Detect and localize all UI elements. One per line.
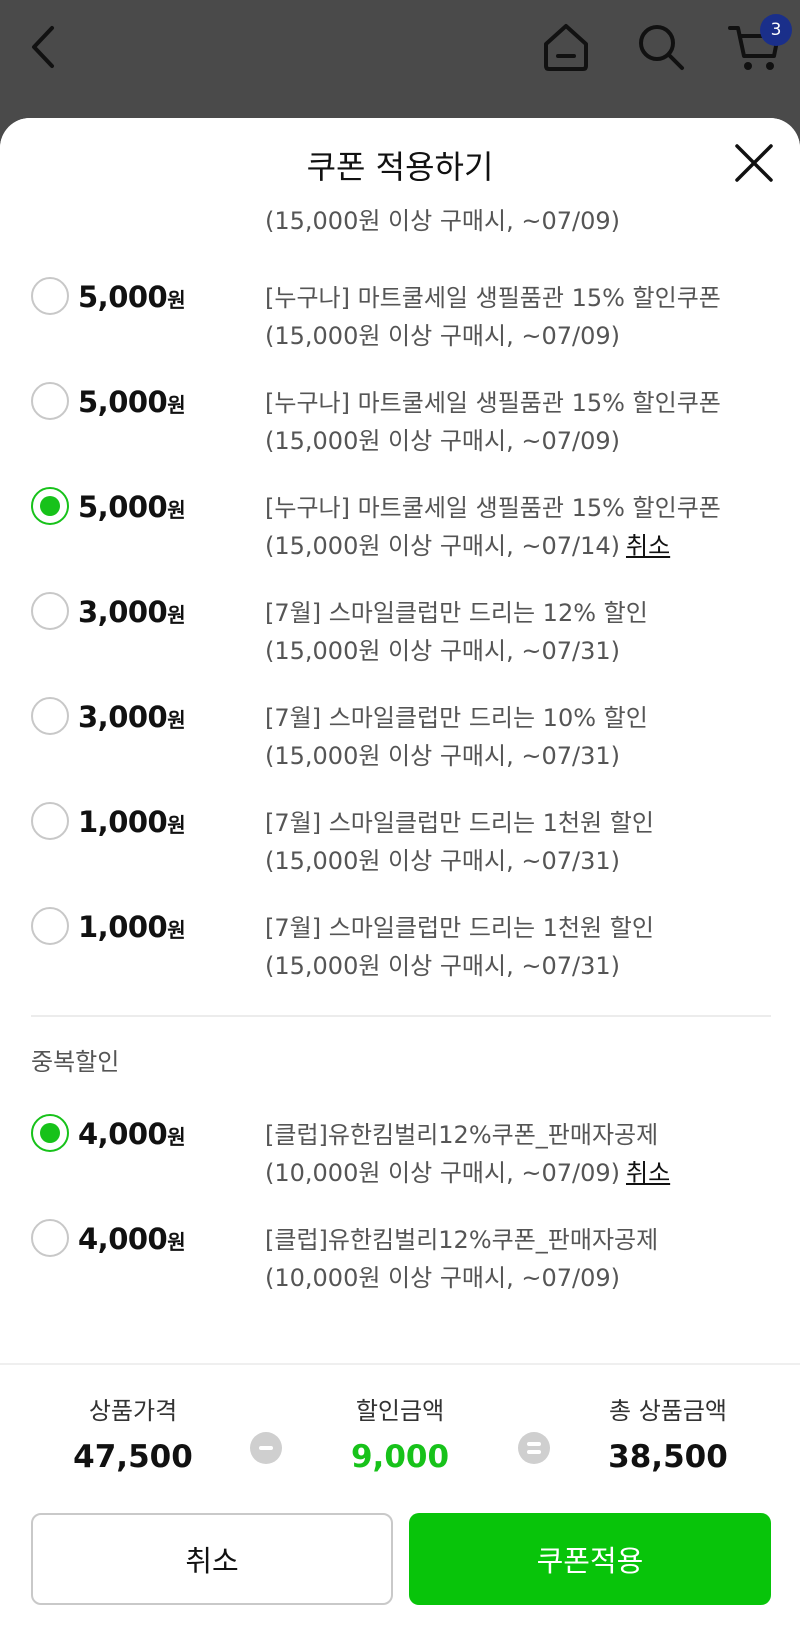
product-price-value: 47,500 <box>73 1439 193 1475</box>
coupon-title: [클럽]유한킴벌리12%쿠폰_판매자공제 <box>265 1226 659 1254</box>
coupon-item[interactable]: (15,000원 이상 구매시, ~07/09) <box>0 200 800 258</box>
close-icon[interactable] <box>733 142 775 184</box>
total-price-label: 총 상품금액 <box>608 1397 728 1425</box>
coupon-title: [클럽]유한킴벌리12%쿠폰_판매자공제 <box>265 1121 659 1149</box>
discount-value: 9,000 <box>350 1439 450 1475</box>
coupon-item-selected[interactable]: 5,000원 [누구나] 마트쿨세일 생필품관 15% 할인쿠폰 (15,000… <box>0 487 800 583</box>
coupon-amount: 3,000원 <box>78 700 186 734</box>
coupon-description: [누구나] 마트쿨세일 생필품관 15% 할인쿠폰 (15,000원 이상 구매… <box>265 489 785 565</box>
coupon-condition: (15,000원 이상 구매시, ~07/31) <box>265 637 620 665</box>
coupon-title: [7월] 스마일클럽만 드리는 10% 할인 <box>265 704 648 732</box>
coupon-condition: (10,000원 이상 구매시, ~07/09) <box>265 1159 620 1187</box>
coupon-cancel-link[interactable]: 취소 <box>626 1159 670 1187</box>
coupon-condition: (15,000원 이상 구매시, ~07/09) <box>265 427 620 455</box>
coupon-radio-selected[interactable] <box>31 1114 69 1152</box>
coupon-description: [7월] 스마일클럽만 드리는 1천원 할인 (15,000원 이상 구매시, … <box>265 909 785 985</box>
coupon-title: [7월] 스마일클럽만 드리는 12% 할인 <box>265 599 648 627</box>
coupon-item[interactable]: 1,000원 [7월] 스마일클럽만 드리는 1천원 할인 (15,000원 이… <box>0 802 800 898</box>
coupon-title: [누구나] 마트쿨세일 생필품관 15% 할인쿠폰 <box>265 494 721 522</box>
coupon-list[interactable]: (15,000원 이상 구매시, ~07/09) 5,000원 [누구나] 마트… <box>0 200 800 1480</box>
coupon-condition: (15,000원 이상 구매시, ~07/31) <box>265 952 620 980</box>
section-divider <box>31 1015 771 1017</box>
coupon-item[interactable]: 5,000원 [누구나] 마트쿨세일 생필품관 15% 할인쿠폰 (15,000… <box>0 382 800 478</box>
duplicate-discount-heading: 중복할인 <box>31 1048 120 1076</box>
coupon-radio[interactable] <box>31 1219 69 1257</box>
coupon-amount: 4,000원 <box>78 1117 186 1151</box>
coupon-description: [7월] 스마일클럽만 드리는 1천원 할인 (15,000원 이상 구매시, … <box>265 804 785 880</box>
apply-coupon-button[interactable]: 쿠폰적용 <box>409 1513 771 1605</box>
total-price-block: 총 상품금액 38,500 <box>538 1393 798 1475</box>
coupon-description: [7월] 스마일클럽만 드리는 12% 할인 (15,000원 이상 구매시, … <box>265 594 785 670</box>
coupon-item-selected[interactable]: 4,000원 [클럽]유한킴벌리12%쿠폰_판매자공제 (10,000원 이상 … <box>0 1114 800 1210</box>
coupon-condition: (15,000원 이상 구매시, ~07/09) <box>265 322 620 350</box>
coupon-item[interactable]: 1,000원 [7월] 스마일클럽만 드리는 1천원 할인 (15,000원 이… <box>0 907 800 1003</box>
top-app-bar: 3 <box>0 0 800 120</box>
coupon-amount: 1,000원 <box>78 805 186 839</box>
coupon-radio[interactable] <box>31 592 69 630</box>
coupon-radio[interactable] <box>31 382 69 420</box>
cancel-button[interactable]: 취소 <box>31 1513 393 1605</box>
coupon-description: (15,000원 이상 구매시, ~07/09) <box>265 200 785 240</box>
coupon-amount: 5,000원 <box>78 490 186 524</box>
coupon-item[interactable]: 3,000원 [7월] 스마일클럽만 드리는 10% 할인 (15,000원 이… <box>0 697 800 793</box>
coupon-title: [7월] 스마일클럽만 드리는 1천원 할인 <box>265 809 654 837</box>
product-price-label: 상품가격 <box>88 1397 178 1425</box>
coupon-description: [7월] 스마일클럽만 드리는 10% 할인 (15,000원 이상 구매시, … <box>265 699 785 775</box>
coupon-title: [7월] 스마일클럽만 드리는 1천원 할인 <box>265 914 654 942</box>
sheet-title: 쿠폰 적용하기 <box>306 148 494 186</box>
coupon-description: [누구나] 마트쿨세일 생필품관 15% 할인쿠폰 (15,000원 이상 구매… <box>265 384 785 460</box>
cart-count-badge: 3 <box>760 14 792 46</box>
home-icon[interactable] <box>540 22 592 72</box>
coupon-bottom-sheet: 쿠폰 적용하기 (15,000원 이상 구매시, ~07/09) 5,000원 … <box>0 118 800 1627</box>
sheet-header: 쿠폰 적용하기 <box>0 118 800 200</box>
discount-block: 할인금액 9,000 <box>270 1393 530 1475</box>
total-price-value: 38,500 <box>608 1439 728 1475</box>
coupon-radio[interactable] <box>31 907 69 945</box>
search-icon[interactable] <box>636 22 686 72</box>
coupon-amount: 3,000원 <box>78 595 186 629</box>
coupon-item[interactable]: 3,000원 [7월] 스마일클럽만 드리는 12% 할인 (15,000원 이… <box>0 592 800 688</box>
coupon-condition: (15,000원 이상 구매시, ~07/14) <box>265 532 620 560</box>
coupon-radio[interactable] <box>31 697 69 735</box>
coupon-condition-row: (10,000원 이상 구매시, ~07/09) 취소 <box>265 1154 785 1192</box>
coupon-condition: (10,000원 이상 구매시, ~07/09) <box>265 1264 620 1292</box>
coupon-description: [클럽]유한킴벌리12%쿠폰_판매자공제 (10,000원 이상 구매시, ~0… <box>265 1116 785 1192</box>
back-arrow-icon[interactable] <box>28 24 60 70</box>
coupon-condition-row: (15,000원 이상 구매시, ~07/14) 취소 <box>265 527 785 565</box>
coupon-title: [누구나] 마트쿨세일 생필품관 15% 할인쿠폰 <box>265 389 721 417</box>
coupon-cancel-link[interactable]: 취소 <box>626 532 670 560</box>
coupon-description: [클럽]유한킴벌리12%쿠폰_판매자공제 (10,000원 이상 구매시, ~0… <box>265 1221 785 1297</box>
coupon-radio[interactable] <box>31 802 69 840</box>
coupon-condition: (15,000원 이상 구매시, ~07/31) <box>265 847 620 875</box>
discount-label: 할인금액 <box>355 1397 445 1425</box>
coupon-item[interactable]: 4,000원 [클럽]유한킴벌리12%쿠폰_판매자공제 (10,000원 이상 … <box>0 1219 800 1315</box>
coupon-radio-selected[interactable] <box>31 487 69 525</box>
coupon-amount: 5,000원 <box>78 280 186 314</box>
coupon-amount: 5,000원 <box>78 385 186 419</box>
coupon-item[interactable]: 5,000원 [누구나] 마트쿨세일 생필품관 15% 할인쿠폰 (15,000… <box>0 277 800 373</box>
coupon-condition: (15,000원 이상 구매시, ~07/09) <box>265 207 620 235</box>
coupon-amount: 1,000원 <box>78 910 186 944</box>
coupon-description: [누구나] 마트쿨세일 생필품관 15% 할인쿠폰 (15,000원 이상 구매… <box>265 279 785 355</box>
coupon-condition: (15,000원 이상 구매시, ~07/31) <box>265 742 620 770</box>
price-summary-footer: 상품가격 47,500 할인금액 9,000 총 상품금액 38,500 취소 … <box>0 1363 800 1627</box>
coupon-amount: 4,000원 <box>78 1222 186 1256</box>
product-price-block: 상품가격 47,500 <box>3 1393 263 1475</box>
coupon-title: [누구나] 마트쿨세일 생필품관 15% 할인쿠폰 <box>265 284 721 312</box>
coupon-radio[interactable] <box>31 277 69 315</box>
